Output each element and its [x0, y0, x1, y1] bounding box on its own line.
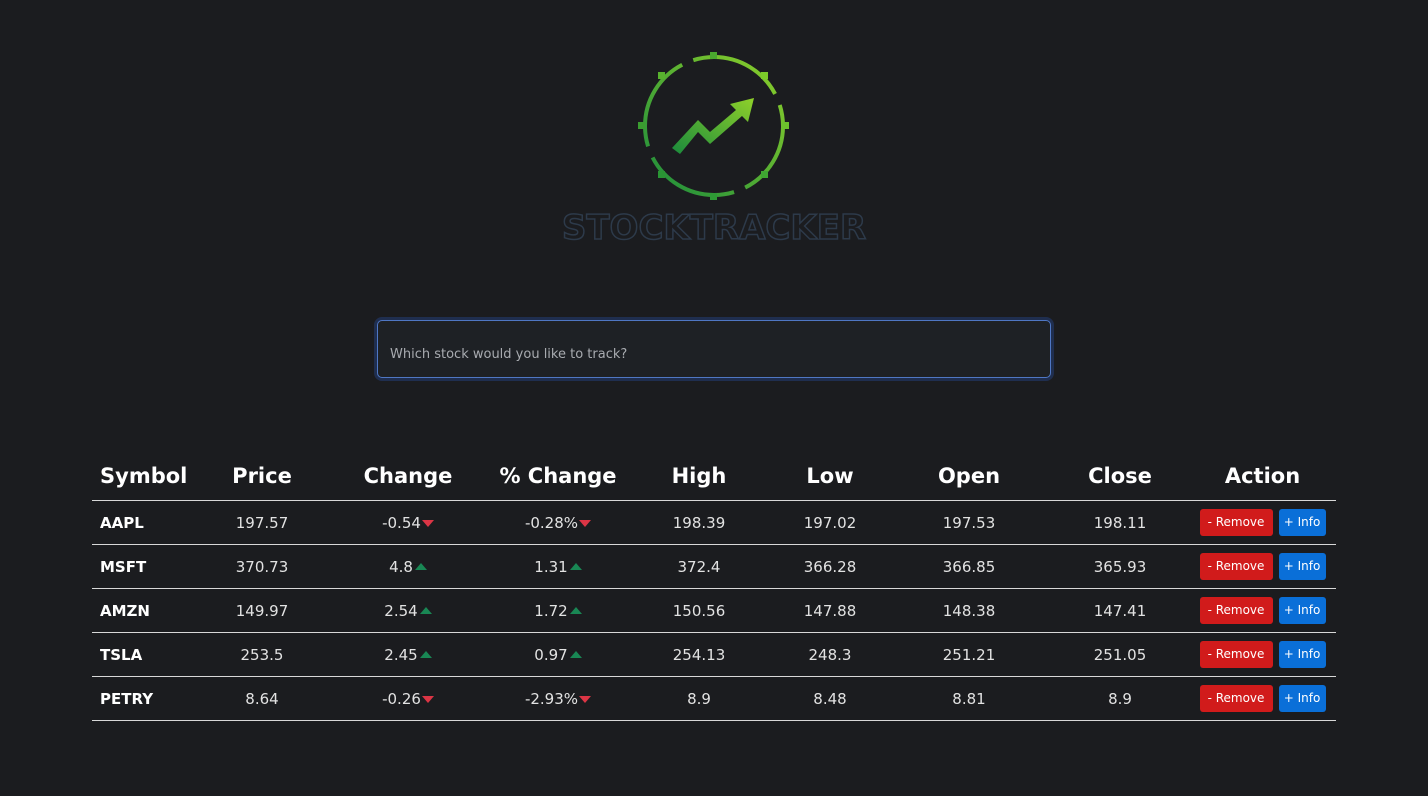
cell-high: 198.39: [625, 500, 773, 545]
cell-low: 197.02: [773, 500, 887, 545]
remove-button[interactable]: - Remove: [1199, 685, 1273, 712]
table-row: AAPL 197.57 -0.54 -0.28% 198.39 197.02 1…: [92, 500, 1336, 545]
table-row: AMZN 149.97 2.54 1.72 150.56 147.88 148.…: [92, 588, 1336, 633]
pct-change-value: 1.72: [534, 601, 568, 620]
change-value: 2.45: [384, 645, 418, 664]
cell-pct-change: 1.31: [491, 544, 625, 589]
change-value: 2.54: [384, 601, 418, 620]
table-header-row: Symbol Price Change % Change High Low Op…: [92, 452, 1336, 501]
caret-up-icon: [419, 606, 432, 614]
pct-change-value: -2.93%: [524, 689, 579, 708]
header-open: Open: [887, 452, 1051, 501]
cell-high: 8.9: [625, 676, 773, 721]
cell-high: 372.4: [625, 544, 773, 589]
cell-close: 365.93: [1051, 544, 1189, 589]
caret-up-icon: [414, 562, 427, 570]
cell-change: 2.45: [325, 632, 491, 677]
cell-change: 2.54: [325, 588, 491, 633]
header-pct-change: % Change: [491, 452, 625, 501]
cell-pct-change: 0.97: [491, 632, 625, 677]
info-button[interactable]: + Info: [1278, 509, 1326, 536]
logo-text: STOCKTRACKER: [561, 207, 867, 249]
header-change: Change: [325, 452, 491, 501]
info-button[interactable]: + Info: [1278, 685, 1326, 712]
table-row: MSFT 370.73 4.8 1.31 372.4 366.28 366.85…: [92, 544, 1336, 589]
caret-down-icon: [421, 695, 434, 703]
cell-open: 197.53: [887, 500, 1051, 545]
cell-open: 366.85: [887, 544, 1051, 589]
cell-symbol: AMZN: [92, 588, 199, 633]
cell-low: 147.88: [773, 588, 887, 633]
info-button[interactable]: + Info: [1278, 553, 1326, 580]
cell-close: 198.11: [1051, 500, 1189, 545]
caret-up-icon: [569, 650, 582, 658]
cell-pct-change: -0.28%: [491, 500, 625, 545]
cell-price: 8.64: [199, 676, 325, 721]
stocks-table: Symbol Price Change % Change High Low Op…: [92, 452, 1336, 721]
pct-change-value: 0.97: [534, 645, 568, 664]
info-button[interactable]: + Info: [1278, 641, 1326, 668]
caret-down-icon: [421, 519, 434, 527]
search-input[interactable]: [378, 321, 1050, 377]
cell-change: -0.26: [325, 676, 491, 721]
cell-open: 8.81: [887, 676, 1051, 721]
header-action: Action: [1189, 452, 1336, 501]
remove-button[interactable]: - Remove: [1199, 641, 1273, 668]
cell-symbol: AAPL: [92, 500, 199, 545]
cell-low: 8.48: [773, 676, 887, 721]
cell-close: 8.9: [1051, 676, 1189, 721]
cell-low: 248.3: [773, 632, 887, 677]
cell-price: 370.73: [199, 544, 325, 589]
remove-button[interactable]: - Remove: [1199, 597, 1273, 624]
caret-down-icon: [579, 519, 592, 527]
caret-up-icon: [569, 606, 582, 614]
change-value: -0.54: [382, 513, 421, 532]
cell-price: 253.5: [199, 632, 325, 677]
cell-symbol: MSFT: [92, 544, 199, 589]
cell-change: -0.54: [325, 500, 491, 545]
cell-open: 148.38: [887, 588, 1051, 633]
cell-pct-change: 1.72: [491, 588, 625, 633]
cell-action: - Remove + Info: [1189, 500, 1336, 545]
info-button[interactable]: + Info: [1278, 597, 1326, 624]
caret-up-icon: [569, 562, 582, 570]
cell-action: - Remove + Info: [1189, 544, 1336, 589]
cell-price: 197.57: [199, 500, 325, 545]
cell-action: - Remove + Info: [1189, 632, 1336, 677]
cell-open: 251.21: [887, 632, 1051, 677]
cell-change: 4.8: [325, 544, 491, 589]
remove-button[interactable]: - Remove: [1199, 509, 1273, 536]
cell-action: - Remove + Info: [1189, 588, 1336, 633]
cell-close: 251.05: [1051, 632, 1189, 677]
cell-low: 366.28: [773, 544, 887, 589]
cell-high: 150.56: [625, 588, 773, 633]
header-price: Price: [199, 452, 325, 501]
cell-pct-change: -2.93%: [491, 676, 625, 721]
cell-action: - Remove + Info: [1189, 676, 1336, 721]
caret-up-icon: [419, 650, 432, 658]
header-low: Low: [773, 452, 887, 501]
header-high: High: [625, 452, 773, 501]
header-close: Close: [1051, 452, 1189, 501]
change-value: -0.26: [382, 689, 421, 708]
logo: STOCKTRACKER: [0, 0, 1428, 270]
cell-high: 254.13: [625, 632, 773, 677]
change-value: 4.8: [389, 557, 413, 576]
trending-up-arrow-icon: [638, 52, 789, 200]
pct-change-value: -0.28%: [524, 513, 579, 532]
header-symbol: Symbol: [92, 452, 199, 501]
table-row: PETRY 8.64 -0.26 -2.93% 8.9 8.48 8.81 8.…: [92, 676, 1336, 721]
caret-down-icon: [579, 695, 592, 703]
cell-close: 147.41: [1051, 588, 1189, 633]
cell-symbol: TSLA: [92, 632, 199, 677]
remove-button[interactable]: - Remove: [1199, 553, 1273, 580]
search-box[interactable]: [377, 320, 1051, 378]
table-row: TSLA 253.5 2.45 0.97 254.13 248.3 251.21…: [92, 632, 1336, 677]
cell-price: 149.97: [199, 588, 325, 633]
cell-symbol: PETRY: [92, 676, 199, 721]
pct-change-value: 1.31: [534, 557, 568, 576]
